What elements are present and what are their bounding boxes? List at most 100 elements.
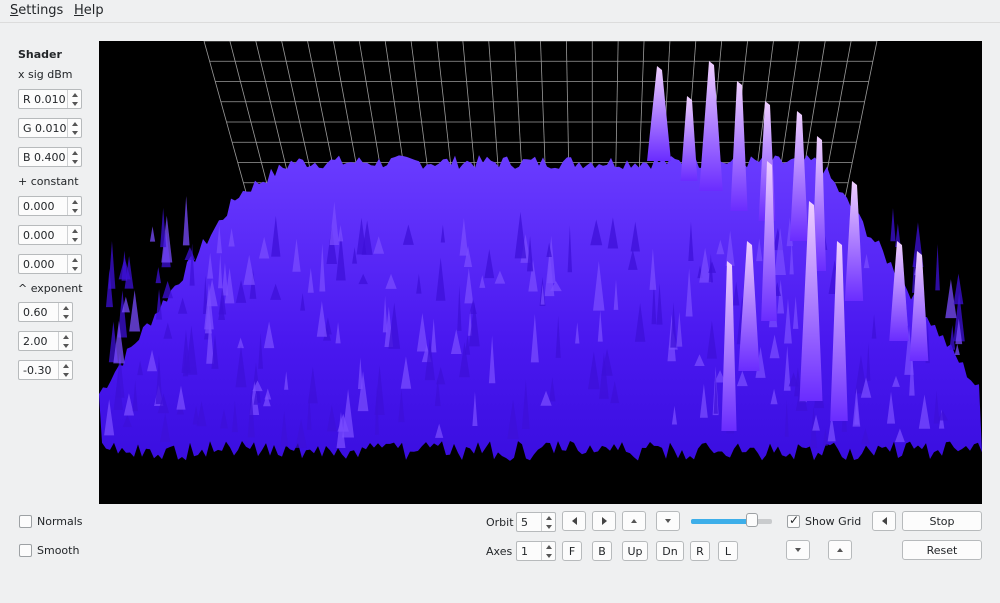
exponent-label: ^ exponent	[18, 282, 83, 295]
surface-spike	[162, 281, 174, 299]
spin-down-icon[interactable]	[68, 206, 81, 215]
signal-peak	[699, 61, 723, 191]
sig-g-spinbox[interactable]: G 0.010	[18, 118, 82, 138]
spin-down-icon[interactable]	[68, 128, 81, 137]
orbit-down-button[interactable]	[656, 511, 680, 531]
signal-peak	[680, 96, 698, 181]
surface-mesh	[99, 155, 982, 461]
arrow-right-icon	[601, 517, 607, 525]
spin-up-icon[interactable]	[68, 90, 81, 99]
surface-spike	[935, 244, 940, 291]
pan-down-button[interactable]	[786, 540, 810, 560]
orbit-label: Orbit	[486, 516, 514, 529]
exponent-r-value: 0.60	[23, 306, 48, 319]
axes-right-button[interactable]: R	[690, 541, 710, 561]
surface-spike	[890, 207, 896, 242]
spin-up-icon[interactable]	[59, 332, 72, 341]
surface-spike	[129, 289, 141, 332]
axes-down-button[interactable]: Dn	[656, 541, 684, 561]
constant-g-spinbox[interactable]: 0.000	[18, 225, 82, 245]
smooth-label: Smooth	[37, 544, 80, 557]
normals-label: Normals	[37, 515, 83, 528]
spin-up-icon[interactable]	[542, 542, 555, 551]
spin-up-icon[interactable]	[68, 197, 81, 206]
axes-front-button[interactable]: F	[562, 541, 582, 561]
sig-g-value: G 0.010	[23, 122, 67, 135]
spin-down-icon[interactable]	[59, 341, 72, 350]
arrow-down-icon	[665, 519, 671, 523]
exponent-b-value: -0.30	[23, 364, 52, 377]
spin-down-icon[interactable]	[542, 522, 555, 531]
normals-checkbox[interactable]	[19, 515, 32, 528]
collapse-left-button[interactable]	[872, 511, 896, 531]
slider-fill	[691, 519, 752, 524]
spin-up-icon[interactable]	[68, 119, 81, 128]
axes-up-button[interactable]: Up	[622, 541, 648, 561]
spin-down-icon[interactable]	[68, 235, 81, 244]
constant-r-spinbox[interactable]: 0.000	[18, 196, 82, 216]
menu-help[interactable]: Help	[74, 3, 104, 18]
spin-down-icon[interactable]	[59, 370, 72, 379]
axes-spinbox[interactable]: 1	[516, 541, 556, 561]
spin-down-icon[interactable]	[68, 99, 81, 108]
orbit-value: 5	[521, 516, 528, 529]
3d-spectrum-viewport[interactable]	[99, 41, 982, 504]
menu-bar: Settings Help	[0, 0, 1000, 23]
spectrum-surface	[99, 41, 982, 461]
spin-up-icon[interactable]	[68, 255, 81, 264]
reset-button[interactable]: Reset	[902, 540, 982, 560]
exponent-g-value: 2.00	[23, 335, 48, 348]
arrow-up-icon	[631, 519, 637, 523]
surface-spike	[953, 273, 964, 305]
orbit-up-button[interactable]	[622, 511, 646, 531]
smooth-checkbox[interactable]	[19, 544, 32, 557]
exponent-g-spinbox[interactable]: 2.00	[18, 331, 73, 351]
slider-handle[interactable]	[745, 513, 758, 527]
surface-spike	[184, 247, 196, 261]
sig-r-spinbox[interactable]: R 0.010	[18, 89, 82, 109]
spin-down-icon[interactable]	[542, 551, 555, 560]
constant-label: + constant	[18, 175, 79, 188]
sig-b-value: B 0.400	[23, 151, 66, 164]
orbit-right-button[interactable]	[592, 511, 616, 531]
arrow-left-icon	[881, 517, 887, 525]
spin-down-icon[interactable]	[68, 264, 81, 273]
show-grid-label: Show Grid	[805, 515, 862, 528]
surface-spike	[182, 195, 190, 246]
axes-value: 1	[521, 545, 528, 558]
signal-peak	[730, 81, 748, 211]
spin-up-icon[interactable]	[59, 303, 72, 312]
menu-help-label: elp	[83, 3, 104, 18]
spin-up-icon[interactable]	[59, 361, 72, 370]
exponent-b-spinbox[interactable]: -0.30	[18, 360, 73, 380]
surface-spike	[149, 226, 156, 242]
spin-down-icon[interactable]	[59, 312, 72, 321]
spin-up-icon[interactable]	[542, 513, 555, 522]
arrow-down-icon	[795, 548, 801, 552]
arrow-left-icon	[571, 517, 577, 525]
spin-up-icon[interactable]	[68, 148, 81, 157]
axes-back-button[interactable]: B	[592, 541, 612, 561]
arrow-up-icon	[837, 548, 843, 552]
spin-up-icon[interactable]	[68, 226, 81, 235]
surface-spike	[155, 289, 163, 320]
zoom-slider[interactable]	[691, 519, 772, 524]
pan-up-button[interactable]	[828, 540, 852, 560]
orbit-left-button[interactable]	[562, 511, 586, 531]
exponent-r-spinbox[interactable]: 0.60	[18, 302, 73, 322]
stop-button[interactable]: Stop	[902, 511, 982, 531]
orbit-spinbox[interactable]: 5	[516, 512, 556, 532]
surface-spike	[160, 207, 167, 248]
surface-spike	[155, 267, 161, 284]
axes-label: Axes	[486, 545, 513, 558]
axes-left-button[interactable]: L	[718, 541, 738, 561]
constant-b-value: 0.000	[23, 258, 55, 271]
spin-down-icon[interactable]	[68, 157, 81, 166]
show-grid-checkbox[interactable]	[787, 513, 800, 528]
sig-b-spinbox[interactable]: B 0.400	[18, 147, 82, 167]
sig-r-value: R 0.010	[23, 93, 66, 106]
constant-b-spinbox[interactable]: 0.000	[18, 254, 82, 274]
shader-title: Shader	[18, 48, 62, 61]
menu-settings[interactable]: Settings	[10, 3, 63, 18]
menu-settings-label: ettings	[18, 3, 64, 18]
